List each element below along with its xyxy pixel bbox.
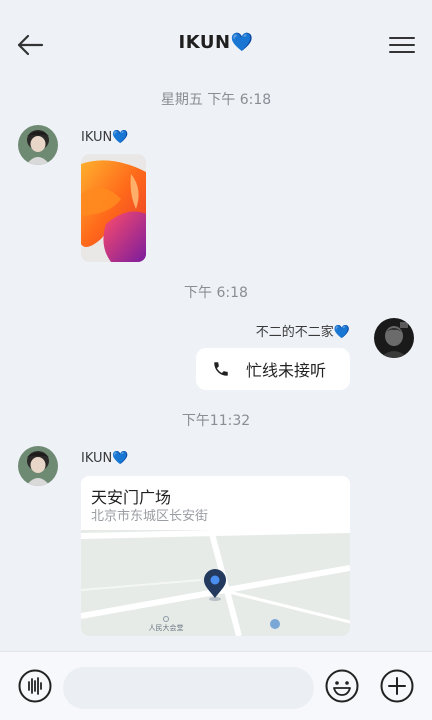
map-label-text: 人民大会堂 [149, 623, 184, 632]
sender-name-text: IKUN [81, 130, 113, 145]
call-status-text: 忙线未接听 [246, 361, 327, 380]
message-timestamp: 下午 6:18 [184, 285, 248, 301]
location-map[interactable]: 人民大会堂 [81, 530, 350, 636]
avatar-ikun[interactable] [18, 125, 58, 165]
chat-header: IKUN💙 [0, 0, 432, 90]
title-heart-emoji: 💙 [230, 32, 254, 53]
plus-circle-icon[interactable] [380, 669, 414, 703]
input-bar [0, 651, 432, 720]
location-message-card[interactable]: 天安门广场 北京市东城区长安街 人民大会堂 [81, 476, 350, 636]
sender-heart-emoji: 💙 [333, 325, 350, 340]
avatar-self[interactable] [374, 318, 414, 358]
location-address: 北京市东城区长安街 [91, 509, 209, 524]
sender-name-self: 不二的不二家💙 [256, 321, 350, 340]
sender-heart-emoji: 💙 [112, 451, 129, 466]
sender-name-ikun: IKUN💙 [81, 130, 128, 145]
sender-name-text: IKUN [81, 451, 113, 466]
chat-title: IKUN💙 [0, 32, 432, 53]
phone-icon [214, 362, 228, 376]
missed-call-bubble[interactable]: 忙线未接听 [196, 348, 350, 390]
smiley-icon[interactable] [325, 669, 359, 703]
chat-title-text: IKUN [178, 32, 231, 53]
hamburger-menu-icon[interactable] [388, 34, 416, 56]
sender-name-ikun: IKUN💙 [81, 451, 128, 466]
sender-heart-emoji: 💙 [112, 130, 129, 145]
voice-wave-icon[interactable] [18, 669, 52, 703]
message-input[interactable] [63, 667, 314, 709]
sender-name-text: 不二的不二家 [255, 325, 334, 340]
avatar-ikun[interactable] [18, 446, 58, 486]
message-timestamp: 下午11:32 [181, 413, 251, 429]
message-timestamp: 星期五 下午 6:18 [160, 92, 272, 108]
image-message[interactable] [81, 154, 146, 262]
